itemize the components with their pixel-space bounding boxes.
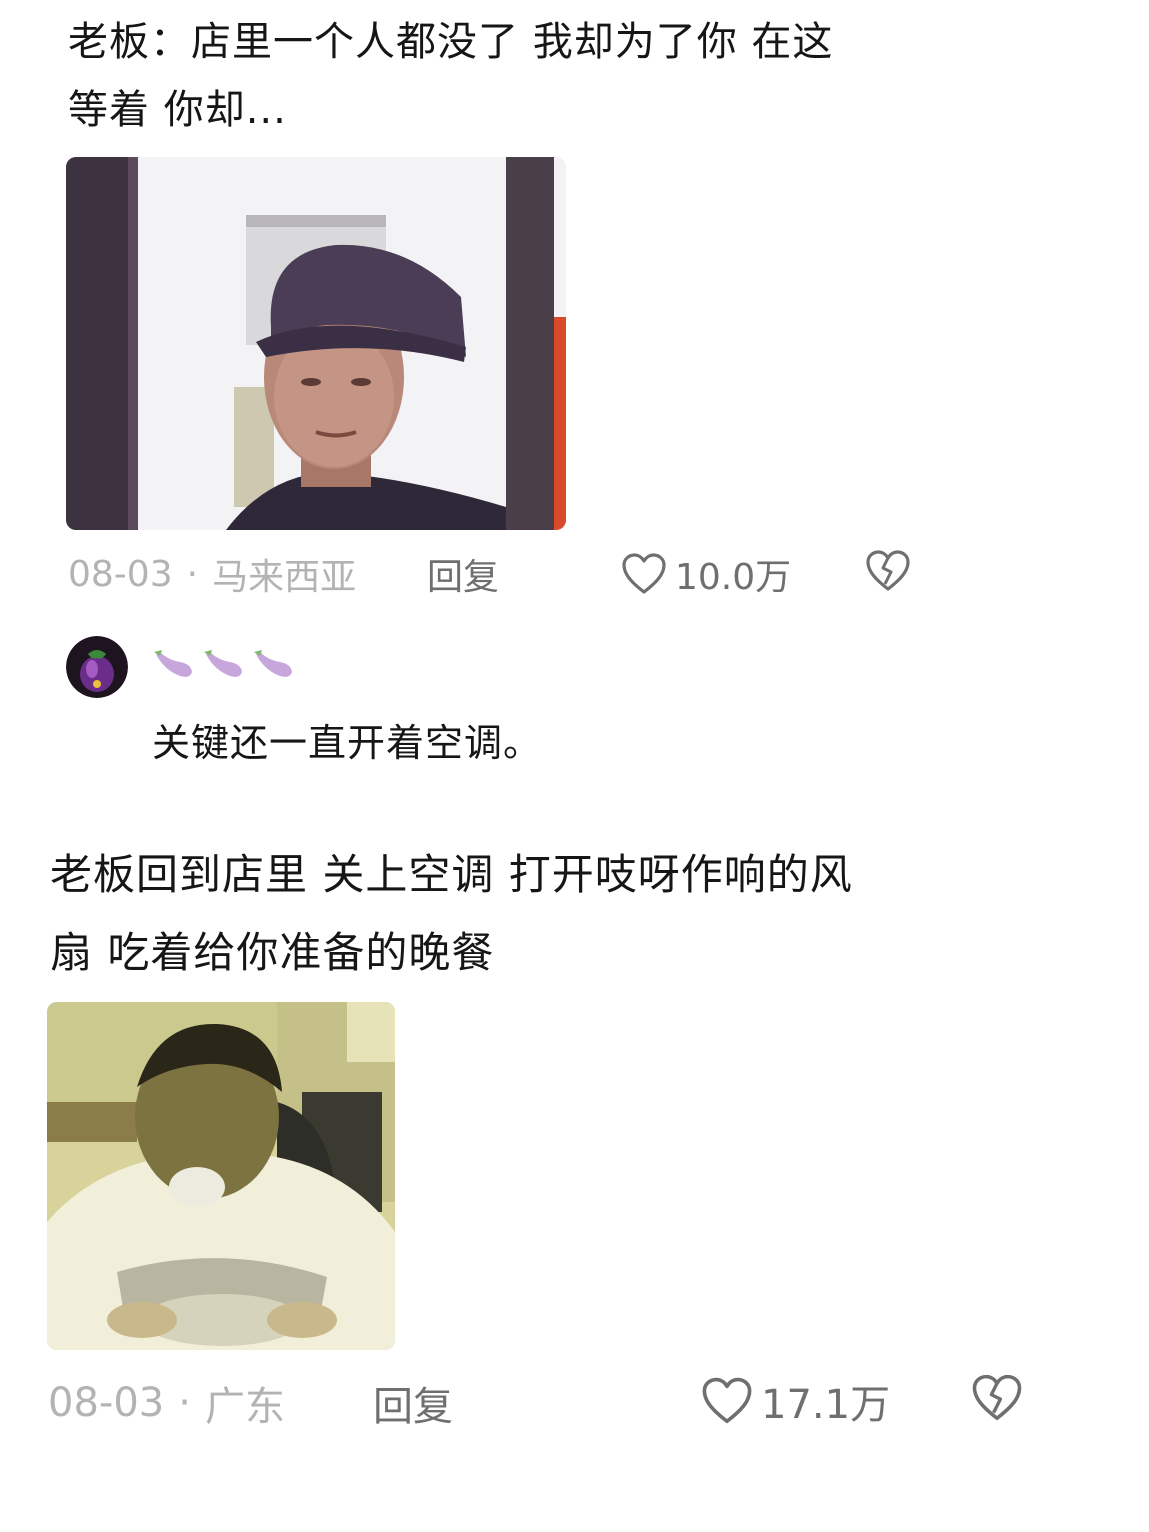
comment-2-dislike-button[interactable] <box>970 1372 1024 1428</box>
man-eating-photo <box>47 1002 395 1350</box>
comment-1-text-line2: 等着 你却... <box>68 87 287 133</box>
comment-1-text-line1: 老板：店里一个人都没了 我却为了你 在这 <box>68 19 834 65</box>
broken-heart-icon <box>866 550 910 591</box>
comment-2-meta: 08-03 · 广东 <box>48 1374 285 1432</box>
comment-2-location: 广东 <box>204 1384 285 1430</box>
reply-text: 关键还一直开着空调。 <box>152 721 543 765</box>
comment-2-reply-button[interactable]: 回复 <box>373 1374 453 1432</box>
comment-1-image-thumbnail[interactable] <box>66 157 566 530</box>
comment-2-image-thumbnail[interactable] <box>47 1002 395 1350</box>
comment-2-like-button[interactable]: 17.1万 <box>701 1372 890 1430</box>
reply-username[interactable]: 🍆🍆🍆 <box>150 648 294 682</box>
comment-1-dislike-button[interactable] <box>864 548 912 598</box>
comment-2-separator: · <box>178 1380 191 1426</box>
comment-1-location: 马来西亚 <box>212 557 357 598</box>
eggplant-avatar-icon <box>66 636 128 698</box>
eggplant-icon <box>154 650 192 677</box>
comment-2-text-line1: 老板回到店里 关上空调 打开吱呀作响的风 <box>50 850 853 899</box>
heart-outline-icon <box>702 1377 752 1424</box>
comment-1-separator: · <box>186 553 199 595</box>
comment-1-like-count: 10.0万 <box>675 557 792 598</box>
comment-2: 老板回到店里 关上空调 打开吱呀作响的风 扇 吃着给你准备的晚餐 <box>50 836 1050 992</box>
comment-1-date: 08-03 <box>68 553 173 595</box>
eggplant-icon <box>254 650 292 677</box>
broken-heart-icon <box>972 1374 1022 1421</box>
comment-2-date: 08-03 <box>48 1380 165 1426</box>
comment-1: 老板：店里一个人都没了 我却为了你 在这 等着 你却... <box>68 8 968 144</box>
comment-2-like-count: 17.1万 <box>761 1382 891 1428</box>
comment-1-meta: 08-03 · 马来西亚 <box>68 548 356 600</box>
comment-1-reply-button[interactable]: 回复 <box>427 548 499 600</box>
man-in-cap-photo <box>66 157 566 530</box>
heart-outline-icon <box>622 553 666 594</box>
reply-avatar[interactable] <box>66 636 128 698</box>
eggplant-icon <box>204 650 242 677</box>
comment-1-like-button[interactable]: 10.0万 <box>621 548 791 600</box>
comment-2-text-line2: 扇 吃着给你准备的晚餐 <box>50 928 495 977</box>
